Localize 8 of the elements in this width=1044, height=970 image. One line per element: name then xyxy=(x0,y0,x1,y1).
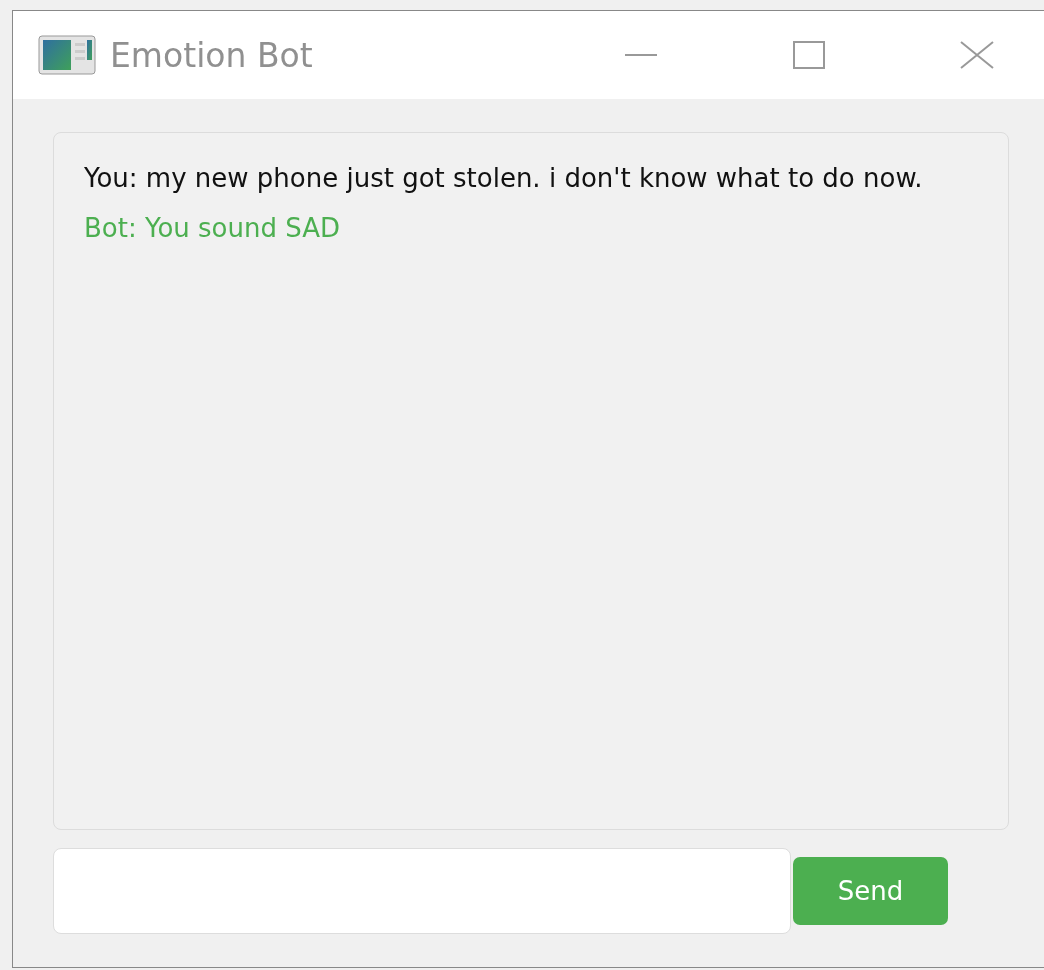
message-input-field[interactable] xyxy=(53,848,791,934)
user-message: You: my new phone just got stolen. i don't know what to do now. xyxy=(84,162,924,195)
send-button[interactable]: Send xyxy=(793,857,948,925)
window-title: Emotion Bot xyxy=(110,35,313,75)
close-icon[interactable] xyxy=(960,41,994,69)
app-icon xyxy=(38,35,96,75)
maximize-icon[interactable] xyxy=(793,41,825,69)
bot-message: Bot: You sound SAD xyxy=(84,212,341,245)
